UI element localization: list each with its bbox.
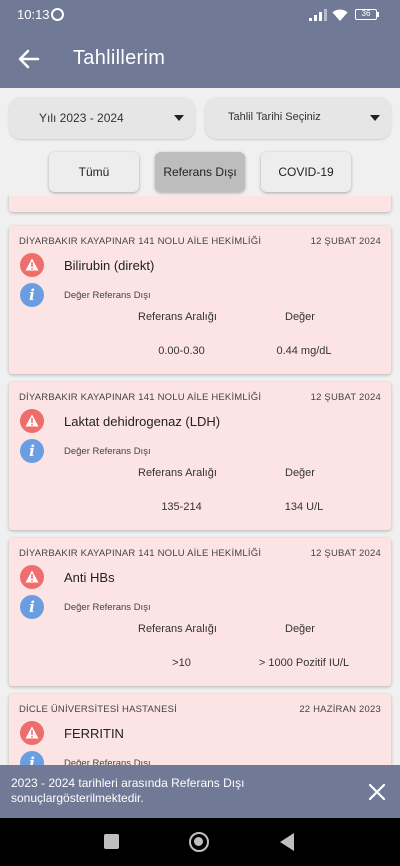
test-name: FERRITIN [64,726,124,741]
result-value: 134 U/L [284,501,324,513]
reference-range: 0.00-0.30 [158,345,205,357]
home-icon[interactable] [189,832,209,852]
value-header: Değer [285,623,315,635]
screen: 10:13 36 Tahlillerim Yılı 2023 - 2024 Ta… [0,0,400,866]
app-bar: Tahlillerim [0,30,400,88]
value-header: Değer [285,311,315,323]
signal-icon [309,9,327,21]
status-text: Değer Referans Dışı [64,290,151,301]
status-time: 10:13 [17,7,50,22]
test-name: Bilirubin (direkt) [64,258,155,273]
results-list[interactable]: DİYARBAKIR KAYAPINAR 141 NOLU AİLE HEKİM… [0,196,400,765]
year-select[interactable]: Yılı 2023 - 2024 [9,97,195,139]
close-icon[interactable] [366,781,388,803]
result-value: 0.44 mg/dL [276,345,332,357]
hospital-name: DİYARBAKIR KAYAPINAR 141 NOLU AİLE HEKİM… [19,548,262,559]
snackbar-message: 2023 - 2024 tarihleri arasında Referans … [11,776,245,805]
back-icon[interactable] [280,833,294,851]
range-header: Referans Aralığı [138,467,217,479]
info-icon[interactable]: i [20,751,44,765]
result-card[interactable]: DİCLE ÜNİVERSİTESİ HASTANESİ 22 HAZİRAN … [9,694,391,765]
page-title: Tahlillerim [73,47,166,69]
year-select-value: Yılı 2023 - 2024 [39,111,124,125]
info-icon[interactable]: i [20,439,44,463]
status-text: Değer Referans Dışı [64,758,151,765]
tab-covid-19[interactable]: COVID-19 [261,152,351,192]
result-date: 22 HAZİRAN 2023 [299,704,381,715]
filter-bar: Yılı 2023 - 2024 Tahlil Tarihi Seçiniz T… [0,88,400,196]
hospital-name: DİYARBAKIR KAYAPINAR 141 NOLU AİLE HEKİM… [19,392,262,403]
result-date: 12 ŞUBAT 2024 [310,236,381,247]
warning-icon [20,409,44,433]
range-header: Referans Aralığı [138,311,217,323]
hospital-name: DİYARBAKIR KAYAPINAR 141 NOLU AİLE HEKİM… [19,236,262,247]
info-icon[interactable]: i [20,283,44,307]
recents-icon[interactable] [104,834,119,849]
test-name: Laktat dehidrogenaz (LDH) [64,414,221,429]
tab-all[interactable]: Tümü [49,152,139,192]
result-card[interactable]: DİYARBAKIR KAYAPINAR 141 NOLU AİLE HEKİM… [9,226,391,374]
dropdown-caret-icon [174,115,184,121]
result-date: 12 ŞUBAT 2024 [310,548,381,559]
test-name: Anti HBs [64,570,115,585]
info-icon[interactable]: i [20,595,44,619]
reference-range: >10 [172,657,191,669]
result-card[interactable]: DİYARBAKIR KAYAPINAR 141 NOLU AİLE HEKİM… [9,382,391,530]
status-text: Değer Referans Dışı [64,602,151,613]
result-card-partial[interactable] [9,196,391,212]
battery-icon: 36 [355,9,377,20]
result-card[interactable]: DİYARBAKIR KAYAPINAR 141 NOLU AİLE HEKİM… [9,538,391,686]
reference-range: 135-214 [161,501,202,513]
back-arrow-icon[interactable] [14,44,44,74]
dropdown-caret-icon [370,115,380,121]
battery-tip [377,12,379,17]
status-text: Değer Referans Dışı [64,446,151,457]
result-date: 12 ŞUBAT 2024 [310,392,381,403]
result-value: > 1000 Pozitif IU/L [258,657,350,669]
date-select-value: Tahlil Tarihi Seçiniz [228,111,321,123]
snackbar: 2023 - 2024 tarihleri arasında Referans … [0,765,400,818]
wifi-icon [332,9,348,21]
alarm-icon [51,8,64,21]
date-select[interactable]: Tahlil Tarihi Seçiniz [205,97,391,139]
tab-out-of-reference[interactable]: Referans Dışı [155,152,245,192]
warning-icon [20,565,44,589]
value-header: Değer [285,467,315,479]
warning-icon [20,253,44,277]
warning-icon [20,721,44,745]
system-nav-bar [0,818,400,866]
hospital-name: DİCLE ÜNİVERSİTESİ HASTANESİ [19,704,177,715]
range-header: Referans Aralığı [138,623,217,635]
status-bar: 10:13 36 [0,0,400,30]
